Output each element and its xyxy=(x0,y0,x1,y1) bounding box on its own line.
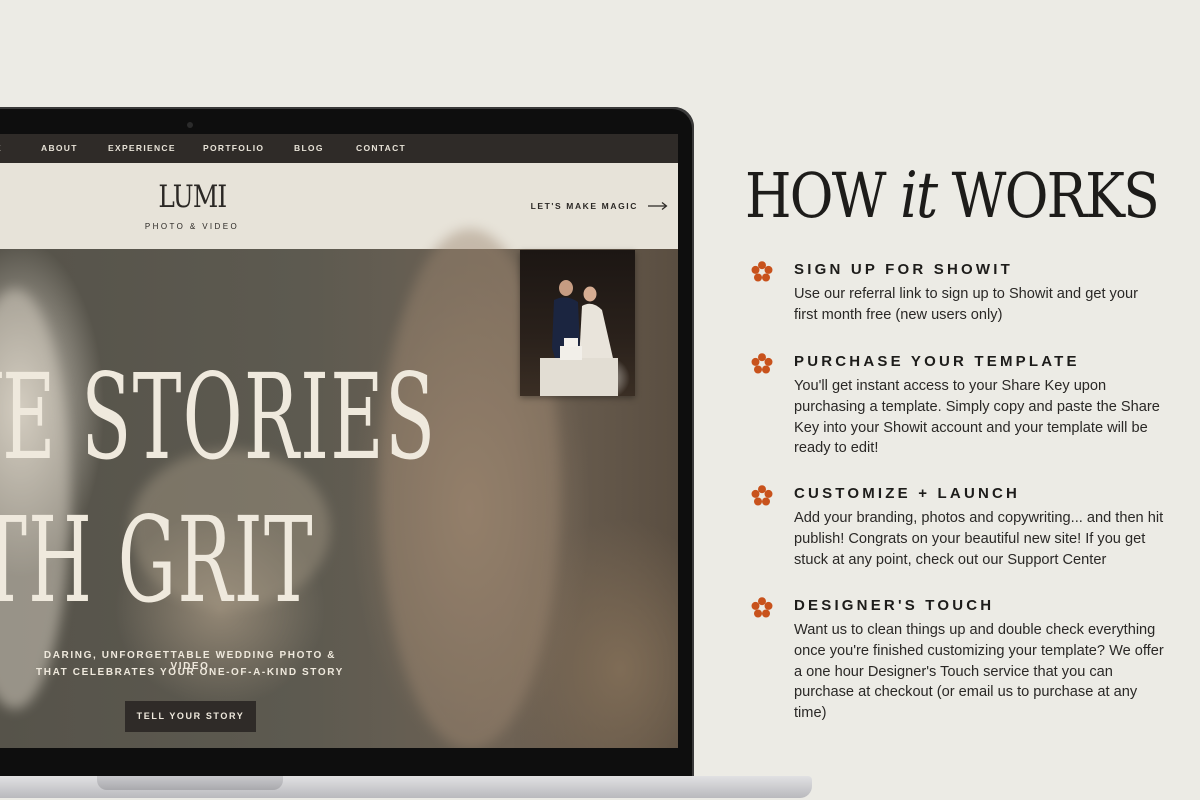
flower-icon xyxy=(751,597,773,618)
step-body: Want us to clean things up and double ch… xyxy=(794,622,1164,722)
flower-icon xyxy=(751,485,773,506)
site-logo[interactable]: LUMI xyxy=(158,179,227,215)
nav-item-experience[interactable]: EXPERIENCE xyxy=(108,134,176,163)
step-body: Use our referral link to sign up to Show… xyxy=(794,286,1138,323)
hero-section: VE STORIES ITH GRIT DARING, UNFORGETTABL… xyxy=(0,229,678,748)
hero-title-line-2: ITH GRIT xyxy=(0,491,314,629)
step-title: DESIGNER'S TOUCH xyxy=(794,597,995,614)
camera-dot xyxy=(187,122,193,128)
laptop-screen: E ABOUT EXPERIENCE PORTFOLIO BLOG CONTAC… xyxy=(0,134,678,748)
how-it-works-title: HOW it WORKS xyxy=(745,164,1160,228)
nav-item-blog[interactable]: BLOG xyxy=(294,134,324,163)
wedding-couple-photo xyxy=(520,250,635,396)
how-title-part-2: WORKS xyxy=(936,159,1160,232)
hero-subtitle-line-2: THAT CELEBRATES YOUR ONE-OF-A-KIND STORY xyxy=(36,667,344,678)
couple-silhouette xyxy=(540,280,618,396)
how-title-emphasis: it xyxy=(900,159,938,233)
nav-item-contact[interactable]: CONTACT xyxy=(356,134,406,163)
how-title-part-1: HOW xyxy=(745,159,901,232)
nav-item-about[interactable]: ABOUT xyxy=(41,134,78,163)
flower-icon xyxy=(751,353,773,374)
lets-make-magic-link[interactable]: LET'S MAKE MAGIC xyxy=(531,201,638,211)
flower-icon xyxy=(751,261,773,282)
hero-title-line-1: VE STORIES xyxy=(0,348,437,486)
site-logo-subtitle: PHOTO & VIDEO xyxy=(144,222,240,231)
nav-item-portfolio[interactable]: PORTFOLIO xyxy=(203,134,264,163)
step-body: You'll get instant access to your Share … xyxy=(794,378,1160,457)
nav-item-home[interactable]: E xyxy=(0,134,2,163)
step-title: PURCHASE YOUR TEMPLATE xyxy=(794,353,1080,370)
step-title: CUSTOMIZE + LAUNCH xyxy=(794,485,1021,502)
site-nav: E ABOUT EXPERIENCE PORTFOLIO BLOG CONTAC… xyxy=(0,134,678,163)
laptop-notch xyxy=(97,776,283,790)
step-body: Add your branding, photos and copywritin… xyxy=(794,510,1164,568)
site-header: LUMI PHOTO & VIDEO LET'S MAKE MAGIC xyxy=(0,163,678,249)
arrow-right-icon xyxy=(648,202,668,210)
tell-your-story-button[interactable]: TELL YOUR STORY xyxy=(125,701,256,732)
step-title: SIGN UP FOR SHOWIT xyxy=(794,261,1013,278)
